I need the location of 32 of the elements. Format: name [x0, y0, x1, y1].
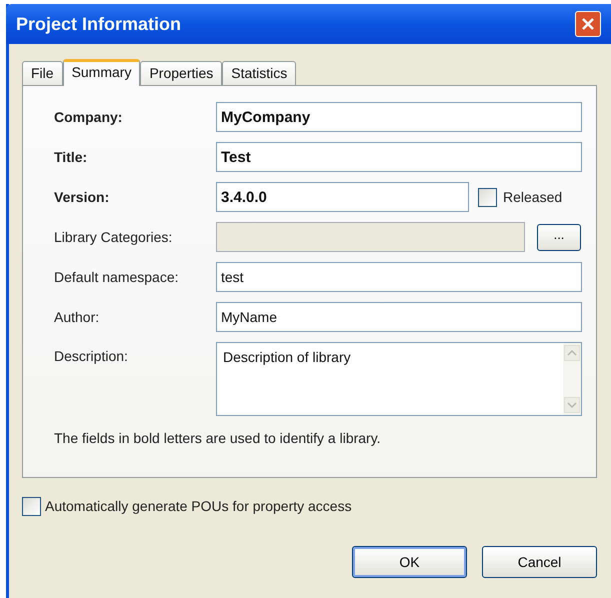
field-label: Company: — [54, 108, 124, 127]
input-field[interactable]: MyName — [216, 302, 582, 332]
input-field[interactable]: test — [216, 262, 582, 292]
field-label: Description: — [54, 347, 129, 366]
close-button[interactable] — [575, 11, 601, 37]
text-area[interactable]: Description of library — [216, 342, 582, 416]
field-label: Title: — [54, 148, 88, 166]
input-field[interactable]: MyCompany — [216, 102, 582, 132]
checkbox[interactable] — [478, 188, 497, 206]
close-icon — [581, 17, 595, 31]
dialog-button[interactable]: Cancel — [482, 546, 597, 578]
input-field[interactable]: 3.4.0.0 — [216, 182, 469, 212]
field-label: Default namespace: — [54, 268, 180, 287]
checkbox-label: Automatically generate POUs for property access — [45, 497, 352, 516]
tab[interactable]: Properties — [140, 61, 222, 85]
scroll-down-icon[interactable] — [564, 397, 580, 413]
field-label: Library Categories: — [54, 228, 174, 247]
window-title: Project Information — [16, 12, 182, 36]
field-label: Version: — [54, 188, 110, 206]
tab[interactable]: File — [22, 61, 63, 85]
field-label: Author: — [54, 308, 100, 326]
hint-text: The fields in bold letters are used to identify a library. — [54, 429, 382, 448]
dialog-button[interactable]: OK — [352, 546, 467, 578]
scrollbar[interactable] — [563, 343, 581, 415]
checkbox-label: Released — [503, 188, 562, 206]
checkbox[interactable] — [22, 497, 41, 516]
browse-button[interactable]: ... — [537, 224, 581, 250]
tab[interactable]: Statistics — [222, 61, 296, 85]
text-area-value: Description of library — [222, 348, 352, 367]
input-field[interactable]: Test — [216, 142, 582, 172]
scroll-up-icon[interactable] — [564, 345, 580, 361]
tab[interactable]: Summary — [62, 59, 140, 86]
